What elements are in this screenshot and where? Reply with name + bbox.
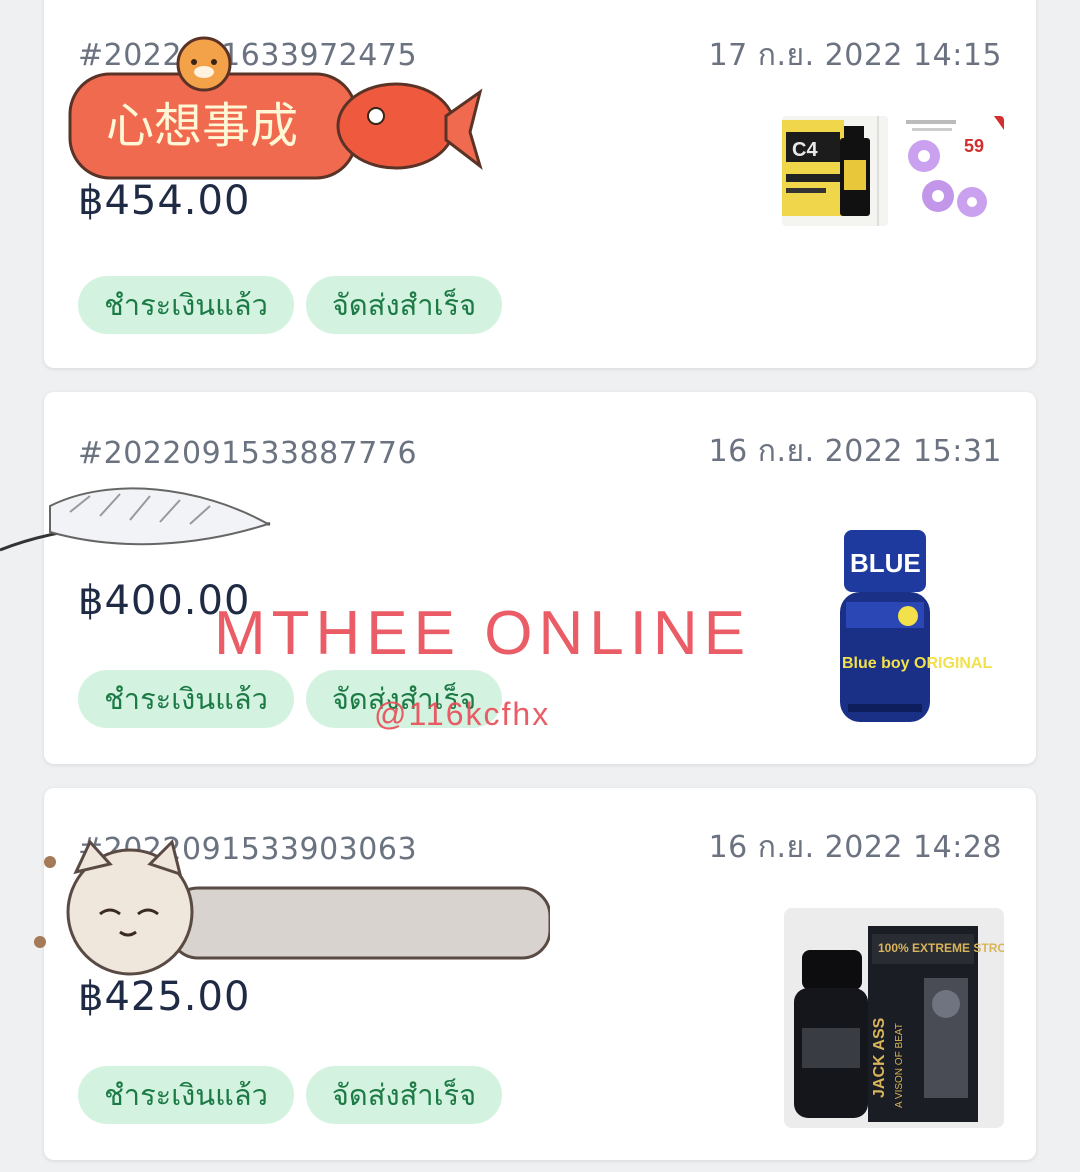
status-badge-paid: ชำระเงินแล้ว	[78, 276, 294, 334]
product-thumbnails[interactable]: BLUE BOY Blue boy ORIGINAL	[784, 518, 1004, 738]
cat-sticker-icon	[34, 839, 552, 976]
status-badge-shipped: จัดส่งสำเร็จ	[306, 1066, 502, 1124]
product-sub: Blue boy ORIGINAL	[842, 655, 992, 672]
status-badge-shipped: จัดส่งสำเร็จ	[306, 276, 502, 334]
status-chips: ชำระเงินแล้ว จัดส่งสำเร็จ	[78, 276, 502, 334]
product-thumbnail[interactable]: 59	[898, 116, 1004, 226]
orders-page: #2022091633972475 17 ก.ย. 2022 14:15 ฿45…	[0, 0, 1080, 1172]
product-thumbnail[interactable]: BLUE BOY Blue boy ORIGINAL	[784, 518, 1004, 738]
sticker-text: 心想事成	[106, 98, 298, 154]
product-sub: A VISON OF BEAT	[894, 1023, 905, 1108]
product-thumbnails[interactable]: 100% EXTREME STRONG JACK ASS A VISON OF …	[784, 908, 1004, 1128]
sticker-cats	[30, 832, 552, 1016]
feather-icon	[0, 487, 271, 552]
status-badge-paid: ชำระเงินแล้ว	[78, 670, 294, 728]
product-name: BLUE BOY	[850, 548, 984, 578]
product-thumbnail[interactable]: 100% EXTREME STRONG JACK ASS A VISON OF …	[784, 908, 1004, 1128]
product-c4-bottle-icon: C4	[782, 116, 888, 226]
product-name: JACK ASS	[871, 1017, 888, 1098]
product-badge: 100% EXTREME STRONG	[878, 941, 1004, 955]
product-thumbnails[interactable]: C4 59	[782, 116, 1004, 226]
product-name: 59	[964, 136, 984, 156]
sticker-banner: 心想事成	[66, 36, 486, 190]
status-chips: ชำระเงินแล้ว จัดส่งสำเร็จ	[78, 1066, 502, 1124]
order-date: 16 ก.ย. 2022 15:31	[708, 434, 1002, 469]
status-badge-paid: ชำระเงินแล้ว	[78, 1066, 294, 1124]
product-jackass-box-icon: 100% EXTREME STRONG JACK ASS A VISON OF …	[784, 908, 1004, 1128]
watermark-handle: @116kcfhx	[374, 696, 551, 732]
order-id: #2022091533887776	[78, 436, 418, 471]
product-purple-rings-icon: 59	[898, 116, 1004, 226]
tiger-fish-sticker-icon: 心想事成	[68, 36, 483, 180]
product-name: C4	[792, 139, 818, 161]
sticker-feather	[0, 476, 280, 570]
product-thumbnail[interactable]: C4	[782, 116, 888, 226]
product-blueboy-bottle-icon: BLUE BOY Blue boy ORIGINAL	[784, 518, 1004, 738]
order-date: 17 ก.ย. 2022 14:15	[708, 38, 1002, 73]
watermark-title: MTHEE ONLINE	[214, 599, 752, 668]
order-date: 16 ก.ย. 2022 14:28	[708, 830, 1002, 865]
